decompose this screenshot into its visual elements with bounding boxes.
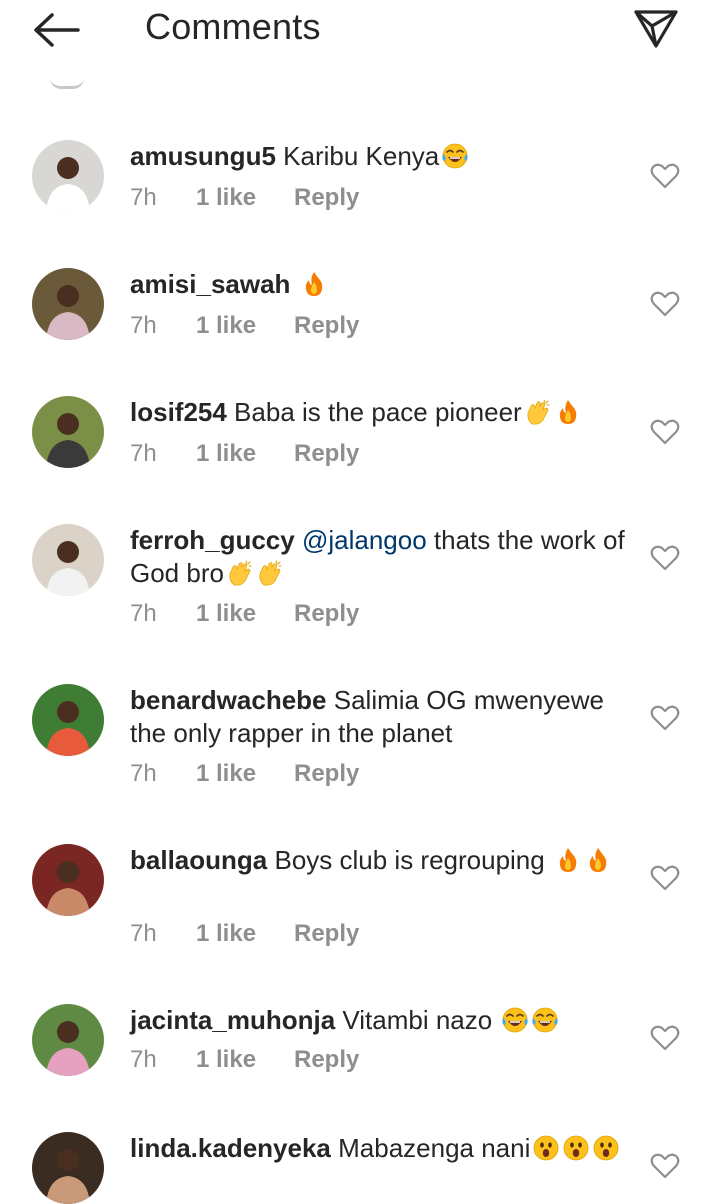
- comment-time: 7h: [130, 600, 157, 627]
- clapping-hands-emoji-icon: [229, 560, 252, 586]
- comment-time: 7h: [130, 760, 157, 787]
- comment-meta: 7h 1 like Reply: [130, 600, 359, 628]
- avatar-image: [32, 396, 104, 468]
- reply-button[interactable]: Reply: [294, 920, 359, 948]
- clapping-hands-emoji-icon: [527, 399, 550, 425]
- like-count[interactable]: 1 like: [196, 920, 294, 948]
- clapping-hands-emoji-icon: [259, 560, 282, 586]
- like-heart-icon[interactable]: [650, 704, 680, 732]
- avatar-image: [32, 140, 104, 212]
- like-count[interactable]: 1 like: [196, 184, 294, 212]
- comment-text: ballaounga Boys club is regrouping: [130, 844, 630, 877]
- comment-body: Baba is the pace pioneer: [226, 397, 522, 427]
- fire-emoji-icon: [559, 400, 576, 424]
- like-heart-icon[interactable]: [650, 290, 680, 318]
- reply-button[interactable]: Reply: [294, 184, 359, 212]
- like-count[interactable]: 1 like: [196, 312, 294, 340]
- avatar[interactable]: [32, 684, 104, 756]
- avatar-image: [32, 684, 104, 756]
- comment-body: Boys club is regrouping: [267, 845, 552, 875]
- comment-username[interactable]: jacinta_muhonja: [130, 1005, 335, 1035]
- like-count[interactable]: 1 like: [196, 440, 294, 468]
- reply-button[interactable]: Reply: [294, 760, 359, 788]
- laugh-tears-emoji-icon: [532, 1007, 559, 1033]
- fire-emoji-icon: [559, 848, 577, 872]
- astonished-face-emoji-icon: [593, 1135, 619, 1161]
- reply-button[interactable]: Reply: [294, 312, 359, 340]
- comment-username[interactable]: ballaounga: [130, 845, 267, 875]
- reply-button[interactable]: Reply: [294, 440, 359, 468]
- avatar[interactable]: [32, 524, 104, 596]
- reply-button[interactable]: Reply: [294, 1046, 359, 1074]
- like-heart-icon[interactable]: [650, 1024, 680, 1052]
- comment-username[interactable]: linda.kadenyeka: [130, 1133, 331, 1163]
- laugh-tears-emoji-icon: [442, 143, 468, 169]
- comment-meta: 7h 1 like Reply: [130, 184, 359, 212]
- astonished-face-emoji-icon: [563, 1135, 589, 1161]
- avatar[interactable]: [32, 268, 104, 340]
- like-heart-icon[interactable]: [650, 1152, 680, 1180]
- page-title: Comments: [145, 6, 321, 47]
- avatar-image: [32, 268, 104, 340]
- comment-time: 7h: [130, 920, 157, 947]
- comment-body: Mabazenga nani: [330, 1133, 531, 1163]
- app-header: Comments: [0, 0, 719, 64]
- fire-emoji-icon: [589, 848, 607, 872]
- avatar[interactable]: [32, 140, 104, 212]
- avatar-image: [32, 844, 104, 916]
- previous-avatar-edge: [50, 78, 84, 89]
- laugh-tears-emoji-icon: [502, 1007, 529, 1033]
- mention-link[interactable]: @jalangoo: [302, 525, 427, 555]
- fire-emoji-icon: [305, 272, 322, 296]
- comment-text: losif254 Baba is the pace pioneer: [130, 396, 630, 429]
- avatar-image: [32, 1004, 104, 1076]
- comment-body: [290, 269, 297, 299]
- avatar-image: [32, 1132, 104, 1204]
- like-heart-icon[interactable]: [650, 544, 680, 572]
- comment-username[interactable]: losif254: [130, 397, 227, 427]
- comment-username[interactable]: ferroh_guccy: [130, 525, 295, 555]
- reply-button[interactable]: Reply: [294, 600, 359, 628]
- comment-body: Karibu Kenya: [275, 141, 440, 171]
- comment-time: 7h: [130, 184, 157, 211]
- comment-meta: 7h 1 like Reply: [130, 760, 359, 788]
- comment-text: amusungu5 Karibu Kenya: [130, 140, 630, 173]
- avatar[interactable]: [32, 396, 104, 468]
- like-heart-icon[interactable]: [650, 864, 680, 892]
- comment-username[interactable]: amusungu5: [130, 141, 276, 171]
- comment-meta: 7h 1 like Reply: [130, 312, 359, 340]
- comment-username[interactable]: amisi_sawah: [130, 269, 290, 299]
- comment-time: 7h: [130, 312, 157, 339]
- like-heart-icon[interactable]: [650, 418, 680, 446]
- avatar[interactable]: [32, 1004, 104, 1076]
- comment-text: ferroh_guccy @jalangoo thats the work of…: [130, 524, 630, 590]
- comment-text: linda.kadenyeka Mabazenga nani: [130, 1132, 630, 1165]
- like-heart-icon[interactable]: [650, 162, 680, 190]
- astonished-face-emoji-icon: [533, 1135, 559, 1161]
- direct-message-icon[interactable]: [632, 4, 680, 52]
- comment-meta: 7h 1 like Reply: [130, 920, 359, 948]
- comment-meta: 7h 1 like Reply: [130, 440, 359, 468]
- like-count[interactable]: 1 like: [196, 1046, 294, 1074]
- comment-text: amisi_sawah: [130, 268, 630, 301]
- comment-body: Vitambi nazo: [335, 1005, 500, 1035]
- comment-time: 7h: [130, 1046, 157, 1073]
- avatar-image: [32, 524, 104, 596]
- comment-body: [295, 525, 302, 555]
- comment-text: jacinta_muhonja Vitambi nazo: [130, 1004, 630, 1037]
- back-arrow-icon[interactable]: [30, 10, 82, 50]
- avatar[interactable]: [32, 844, 104, 916]
- comment-meta: 7h 1 like Reply: [130, 1046, 359, 1074]
- like-count[interactable]: 1 like: [196, 600, 294, 628]
- like-count[interactable]: 1 like: [196, 760, 294, 788]
- comment-username[interactable]: benardwachebe: [130, 685, 327, 715]
- avatar[interactable]: [32, 1132, 104, 1204]
- comment-text: benardwachebe Salimia OG mwenyewe the on…: [130, 684, 630, 750]
- comment-time: 7h: [130, 440, 157, 467]
